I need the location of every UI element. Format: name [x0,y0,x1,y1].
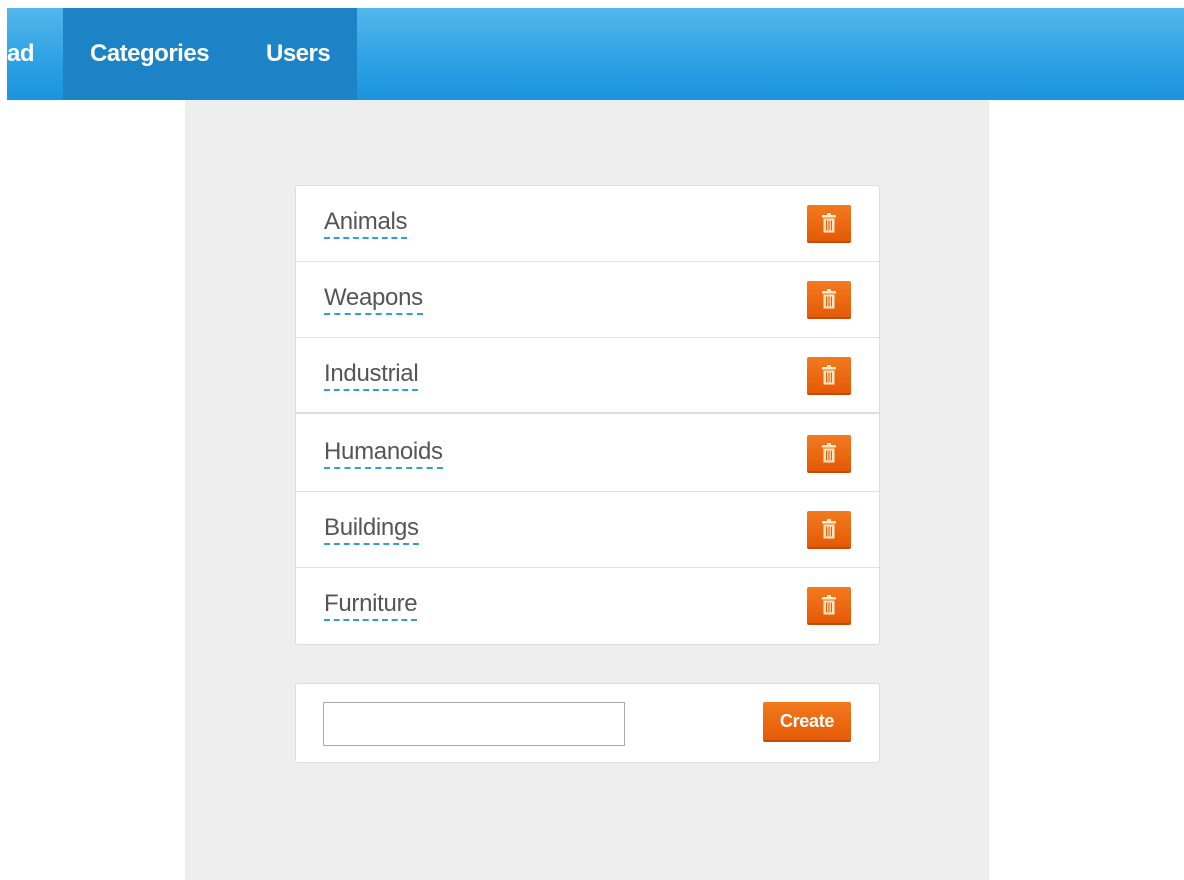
trash-icon [822,519,836,539]
list-item: Furniture [296,568,879,644]
category-name-link[interactable]: Animals [324,208,408,239]
list-item: Animals [296,186,879,262]
category-name-link[interactable]: Buildings [324,514,419,545]
list-item: Industrial [296,338,879,414]
trash-icon [822,289,836,309]
category-name-link[interactable]: Weapons [324,284,423,315]
trash-icon [822,365,836,385]
category-name-link[interactable]: Humanoids [324,438,443,469]
list-item: Buildings [296,492,879,568]
delete-button[interactable] [807,511,851,549]
category-list: Animals Weapons Industrial Humanoids Bui… [295,185,880,645]
trash-icon [822,595,836,615]
create-button[interactable]: Create [763,702,851,742]
nav-item-categories[interactable]: Categories [90,8,210,100]
list-item: Weapons [296,262,879,338]
top-navigation-bar: ad Categories Users [7,8,1184,100]
trash-icon [822,443,836,463]
nav-item-partial[interactable]: ad [7,8,63,100]
list-item: Humanoids [296,416,879,492]
delete-button[interactable] [807,281,851,319]
delete-button[interactable] [807,435,851,473]
delete-button[interactable] [807,205,851,243]
delete-button[interactable] [807,587,851,625]
category-name-link[interactable]: Furniture [324,590,418,621]
category-name-link[interactable]: Industrial [324,360,419,391]
create-category-form: Create [295,683,880,763]
nav-item-users[interactable]: Users [266,8,331,100]
trash-icon [822,213,836,233]
delete-button[interactable] [807,357,851,395]
category-name-input[interactable] [323,702,625,746]
